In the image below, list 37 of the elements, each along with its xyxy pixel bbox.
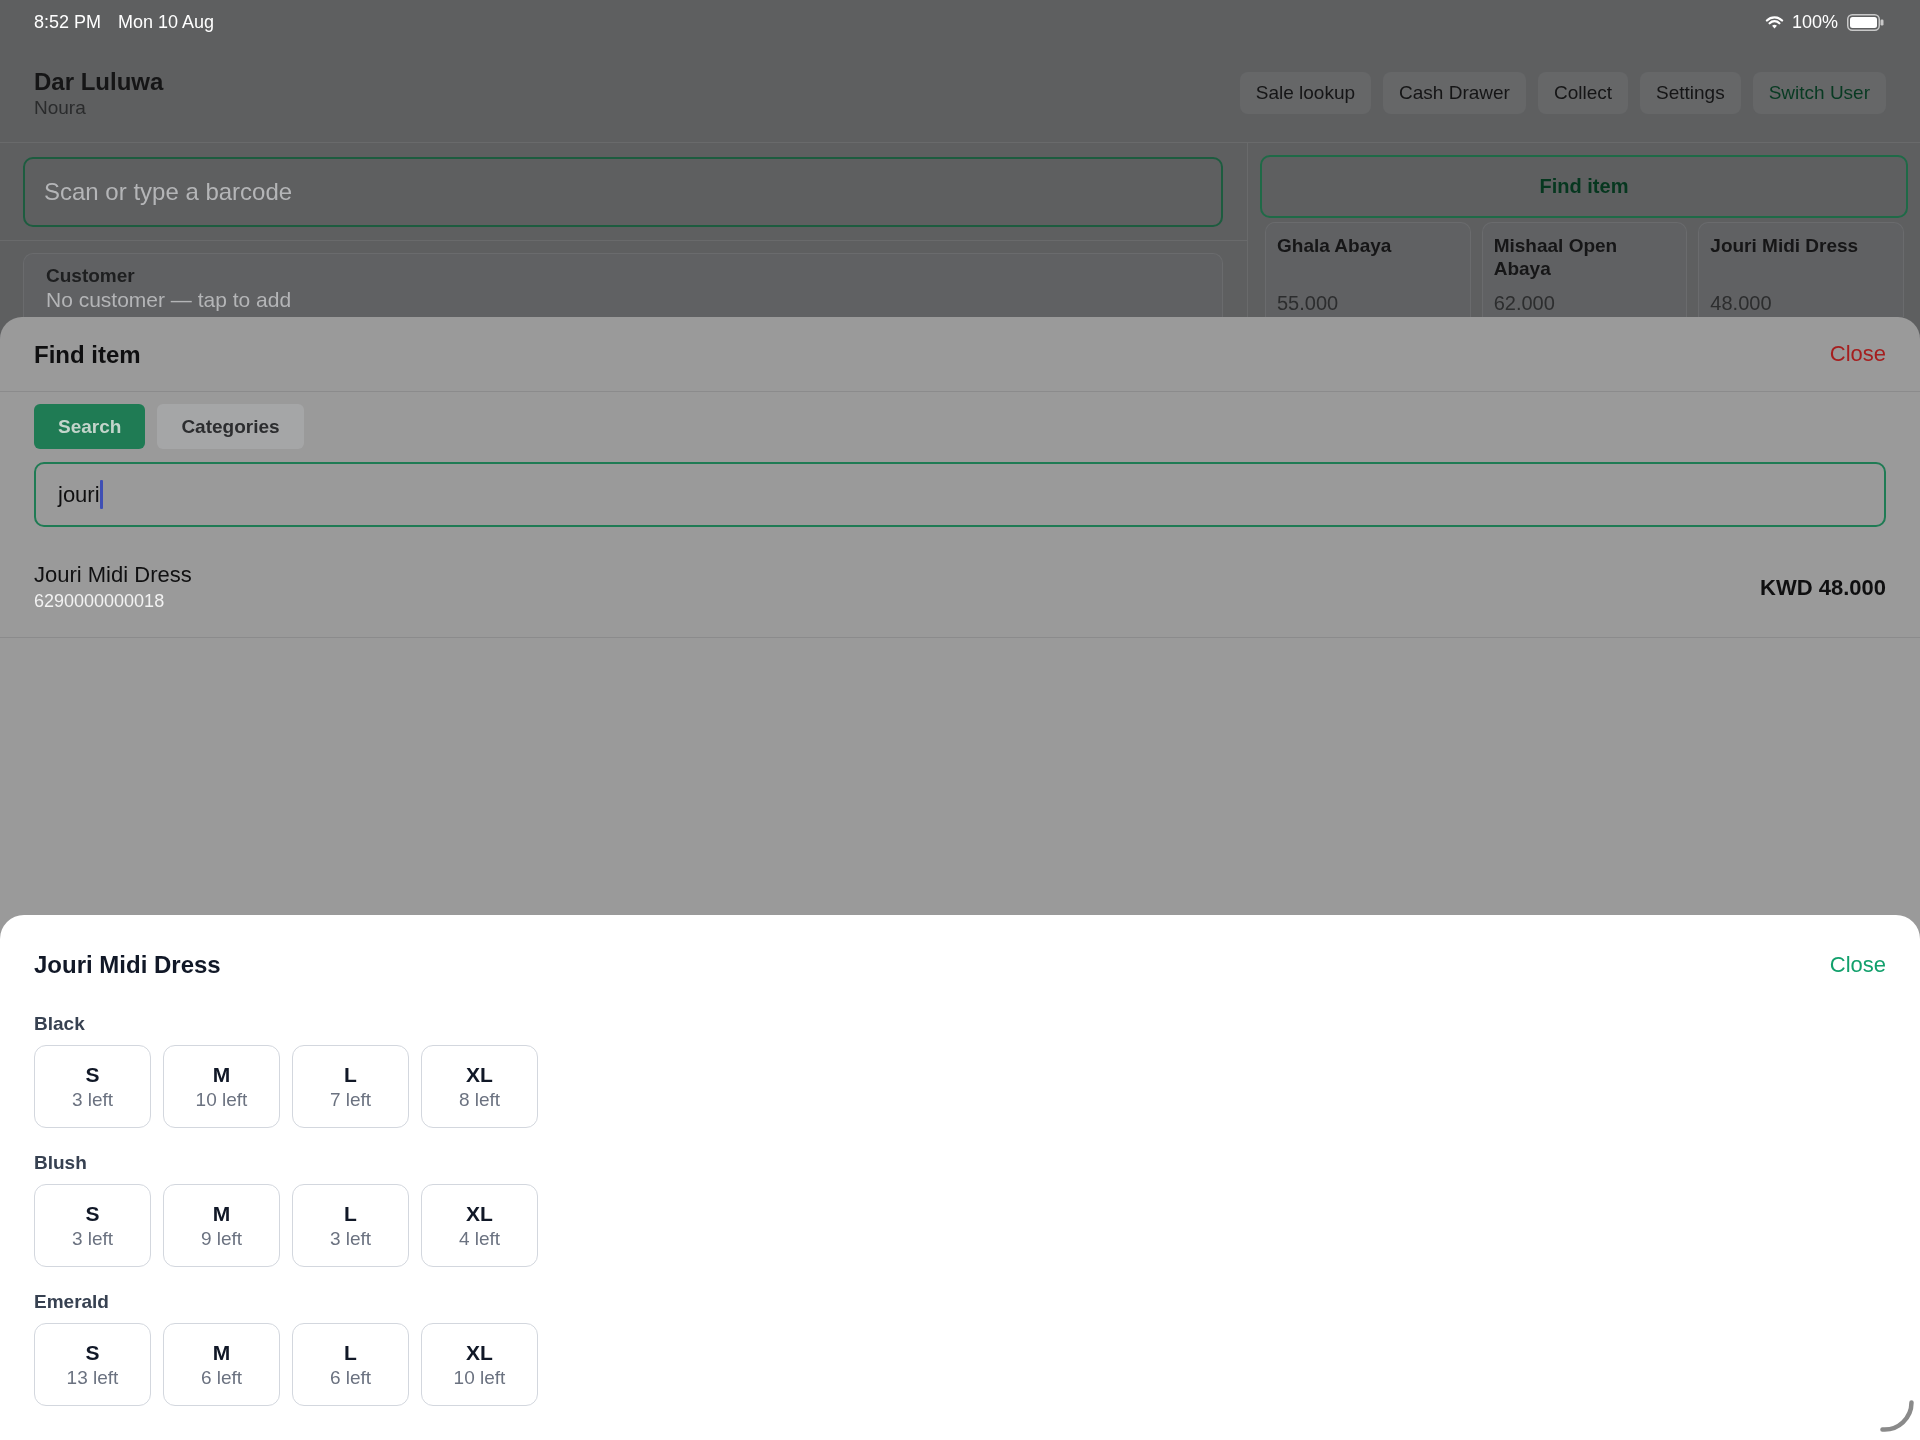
tab[interactable]: Categories	[157, 404, 304, 449]
size-button[interactable]: XL 4 left	[421, 1184, 538, 1267]
size-button[interactable]: M 10 left	[163, 1045, 280, 1128]
size-button[interactable]: S 13 left	[34, 1323, 151, 1406]
size-button[interactable]: L 3 left	[292, 1184, 409, 1267]
sheet-title: Find item	[34, 339, 141, 369]
size-button[interactable]: L 7 left	[292, 1045, 409, 1128]
color-label: Blush	[34, 1151, 87, 1174]
result-price: KWD 48.000	[1760, 575, 1886, 601]
tab[interactable]: Search	[34, 404, 146, 449]
product-name: Jouri Midi Dress	[1710, 234, 1859, 257]
size-button[interactable]: M 6 left	[163, 1323, 280, 1406]
battery-percent: 100%	[1791, 11, 1838, 33]
size-button[interactable]: L 6 left	[292, 1323, 409, 1406]
status-time: 8:52 PM	[34, 11, 102, 33]
battery-icon	[1847, 13, 1884, 31]
wifi-icon	[1764, 15, 1784, 29]
product-name: Ghala Abaya	[1277, 234, 1392, 257]
sheet-title: Jouri Midi Dress	[34, 950, 221, 979]
barcode-field[interactable]: Scan or type a barcode	[23, 157, 1223, 227]
search-result-item[interactable]: Jouri Midi Dress 6290000000018 KWD 48.000	[0, 539, 1920, 638]
customer-label: Customer	[46, 264, 135, 287]
result-barcode: 6290000000018	[34, 590, 165, 613]
corner-arc-icon[interactable]	[1880, 1400, 1914, 1432]
color-label: Black	[34, 1012, 85, 1035]
store-name: Dar Luluwa	[34, 67, 164, 96]
size-button[interactable]: XL 10 left	[421, 1323, 538, 1406]
search-field[interactable]: jouri	[34, 462, 1886, 527]
customer-hint: No customer — tap to add	[46, 287, 292, 312]
size-button[interactable]: S 3 left	[34, 1045, 151, 1128]
product-name: Mishaal Open Abaya	[1493, 234, 1619, 280]
status-date: Mon 10 Aug	[118, 11, 215, 33]
result-name: Jouri Midi Dress	[34, 562, 192, 588]
size-button[interactable]: XL 8 left	[421, 1045, 538, 1128]
size-button[interactable]: S 3 left	[34, 1184, 151, 1267]
size-button[interactable]: M 9 left	[163, 1184, 280, 1267]
color-label: Emerald	[34, 1290, 109, 1313]
